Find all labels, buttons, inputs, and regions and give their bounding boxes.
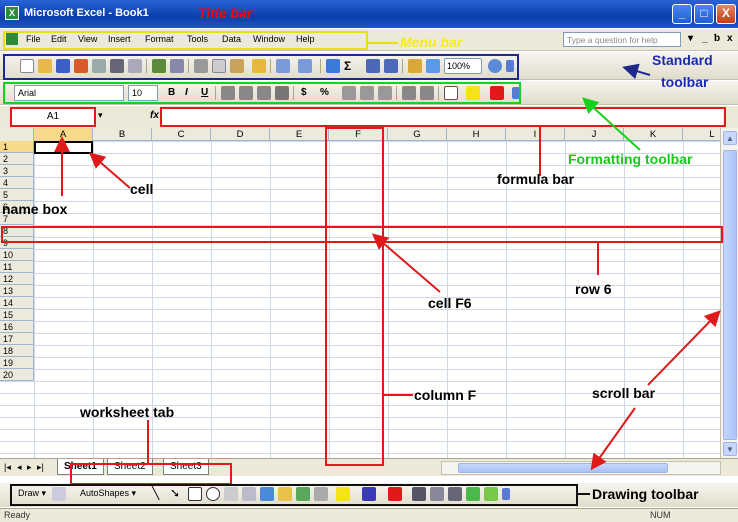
select-all-button[interactable] (0, 128, 34, 141)
column-header[interactable]: K (624, 128, 683, 141)
drawing-toolbar-highlight (10, 484, 578, 506)
next-sheet-icon[interactable]: ▸ (27, 462, 32, 473)
row-header[interactable]: 20 (0, 369, 34, 381)
scroll-bar-label: scroll bar (592, 385, 656, 401)
column-header[interactable]: D (211, 128, 270, 141)
standard-toolbar-highlight (3, 54, 519, 80)
standard-toolbar-label-1: Standard (652, 52, 713, 68)
prev-sheet-icon[interactable]: ◂ (17, 462, 22, 473)
column-header[interactable]: H (447, 128, 506, 141)
column-header[interactable]: E (270, 128, 329, 141)
maximize-button[interactable]: □ (694, 4, 714, 24)
column-header[interactable]: I (506, 128, 565, 141)
row-header[interactable]: 17 (0, 333, 34, 345)
column-header[interactable]: G (388, 128, 447, 141)
column-f-highlight (325, 127, 384, 466)
worksheet-tab-highlight (70, 463, 232, 485)
row-header[interactable]: 14 (0, 297, 34, 309)
fx-icon[interactable]: fx (150, 110, 159, 121)
last-sheet-icon[interactable]: ▸| (37, 462, 44, 473)
row-6-label: row 6 (575, 281, 612, 297)
close-button[interactable]: X (716, 4, 736, 24)
row-header[interactable]: 4 (0, 177, 34, 189)
row-header[interactable]: 16 (0, 321, 34, 333)
row-header[interactable]: 19 (0, 357, 34, 369)
row-header[interactable]: 11 (0, 261, 34, 273)
formula-bar-label: formula bar (497, 171, 575, 187)
workbook-minimize-button[interactable]: _ (702, 33, 708, 44)
vertical-scrollbar[interactable]: ▲ ▼ (720, 128, 738, 458)
standard-toolbar-label-2: toolbar (661, 74, 709, 90)
cell-label: cell (130, 181, 154, 197)
column-header[interactable]: C (152, 128, 211, 141)
cell-f6-label: cell F6 (428, 295, 472, 311)
column-f-label: column F (414, 387, 477, 403)
scroll-down-icon[interactable]: ▼ (723, 442, 737, 456)
formatting-toolbar-label: Formatting toolbar (568, 151, 693, 167)
minimize-button[interactable]: _ (672, 4, 692, 24)
title-bar: X Microsoft Excel - Book1 _ □ X (0, 0, 738, 28)
name-box-dropdown-icon[interactable]: ▾ (98, 110, 103, 121)
active-cell-a1[interactable] (34, 141, 93, 154)
ask-dropdown-icon[interactable]: ▾ (688, 33, 693, 44)
column-header[interactable]: L (683, 128, 720, 141)
row-header[interactable]: 18 (0, 345, 34, 357)
row-header[interactable]: 15 (0, 309, 34, 321)
workbook-restore-button[interactable]: ƅ (714, 33, 720, 44)
menu-bar-highlight (3, 31, 368, 50)
workbook-close-button[interactable]: x (727, 33, 733, 44)
row-header[interactable]: 13 (0, 285, 34, 297)
name-box-highlight (10, 107, 96, 127)
menu-bar-label: Menu bar (400, 34, 463, 50)
drawing-toolbar-label: Drawing toolbar (592, 486, 699, 502)
formatting-toolbar-highlight (3, 82, 521, 104)
formula-bar-highlight (160, 107, 726, 127)
title-bar-label: Title bar (198, 5, 253, 21)
worksheet-tab-label: worksheet tab (80, 404, 175, 420)
status-bar: Ready NUM (0, 508, 738, 522)
scroll-up-icon[interactable]: ▲ (723, 131, 737, 145)
first-sheet-icon[interactable]: |◂ (4, 462, 11, 473)
horizontal-scroll-thumb[interactable] (458, 463, 668, 473)
num-lock-indicator: NUM (650, 510, 671, 520)
row-header[interactable]: 10 (0, 249, 34, 261)
ask-question-input[interactable]: Type a question for help (563, 32, 681, 47)
row-header[interactable]: 5 (0, 189, 34, 201)
column-header[interactable]: B (93, 128, 152, 141)
name-box-label: name box (2, 201, 68, 217)
status-text: Ready (4, 510, 31, 520)
excel-icon[interactable]: X (5, 6, 19, 20)
row-header[interactable]: 3 (0, 165, 34, 177)
window-title: Microsoft Excel - Book1 (24, 7, 149, 19)
row-header[interactable]: 2 (0, 153, 34, 165)
row-header[interactable]: 1 (0, 141, 34, 153)
horizontal-scrollbar[interactable] (441, 461, 721, 475)
vertical-scroll-thumb[interactable] (723, 150, 737, 440)
row-header[interactable]: 12 (0, 273, 34, 285)
column-header[interactable]: J (565, 128, 624, 141)
column-header[interactable]: A (34, 128, 93, 141)
